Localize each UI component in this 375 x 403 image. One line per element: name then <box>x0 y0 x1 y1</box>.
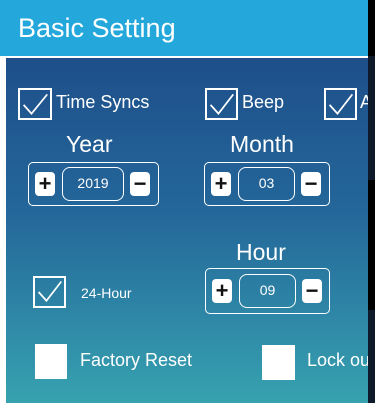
edge-segment <box>368 0 375 56</box>
year-increment-button[interactable]: + <box>35 172 55 196</box>
hour-increment-button[interactable]: + <box>212 279 232 303</box>
24-hour-checkbox[interactable] <box>33 276 66 308</box>
month-value[interactable]: 03 <box>238 167 295 201</box>
month-label: Month <box>230 131 294 157</box>
checkmark-icon <box>209 93 235 115</box>
page-title: Basic Setting <box>18 13 176 43</box>
year-decrement-button[interactable]: − <box>130 172 150 196</box>
hour-stepper: + 09 − <box>205 268 330 314</box>
factory-reset-checkbox[interactable] <box>35 344 67 379</box>
edge-segment <box>368 180 375 310</box>
basic-setting-screen: Basic Setting Time Syncs Beep A Year + 2… <box>0 0 375 403</box>
year-stepper: + 2019 − <box>28 162 159 206</box>
checkmark-icon <box>328 93 354 115</box>
month-stepper: + 03 − <box>204 162 330 206</box>
year-value[interactable]: 2019 <box>62 167 124 201</box>
beep-checkbox[interactable] <box>205 88 238 120</box>
header-bar: Basic Setting <box>0 0 375 56</box>
month-increment-button[interactable]: + <box>211 172 231 196</box>
hour-decrement-button[interactable]: − <box>302 279 322 303</box>
factory-reset-label: Factory Reset <box>80 350 193 370</box>
settings-panel: Time Syncs Beep A Year + 2019 − Month + … <box>6 58 375 403</box>
right-edge-bar <box>368 0 375 403</box>
time-syncs-label: Time Syncs <box>56 92 150 112</box>
lock-out-checkbox[interactable] <box>262 345 295 380</box>
time-syncs-checkbox[interactable] <box>18 88 52 120</box>
lock-out-label: Lock ou <box>307 350 371 370</box>
hour-value[interactable]: 09 <box>239 274 296 308</box>
beep-label: Beep <box>242 92 285 112</box>
third-option-checkbox[interactable] <box>324 88 357 120</box>
24-hour-label: 24-Hour <box>81 285 132 301</box>
checkmark-icon <box>22 93 48 115</box>
year-label: Year <box>66 131 113 157</box>
checkmark-icon <box>37 280 63 303</box>
hour-label: Hour <box>236 239 286 265</box>
month-decrement-button[interactable]: − <box>301 172 321 196</box>
